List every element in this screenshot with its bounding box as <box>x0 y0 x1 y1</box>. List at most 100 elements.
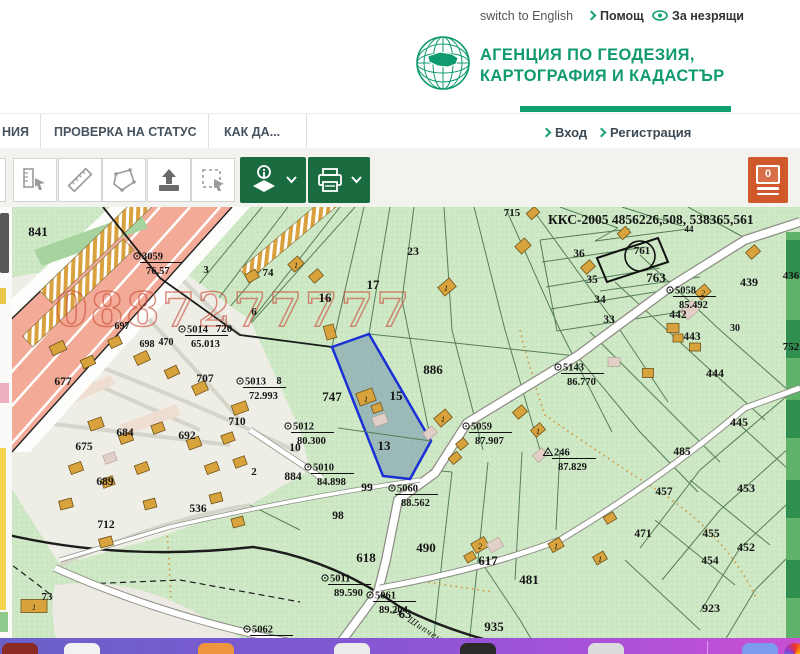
brand-underline <box>520 106 731 112</box>
svg-text:30: 30 <box>730 323 740 334</box>
svg-text:677: 677 <box>54 376 72 388</box>
dock-icon-white[interactable] <box>64 643 100 654</box>
svg-text:16: 16 <box>319 290 333 305</box>
accessibility-link[interactable]: За незрящи <box>652 9 744 23</box>
svg-text:73: 73 <box>42 591 54 603</box>
layers-info-button[interactable] <box>240 157 306 203</box>
switch-language-link[interactable]: switch to English <box>480 9 573 23</box>
measure-area-button[interactable] <box>102 158 146 202</box>
documents-cart-button[interactable]: 0 <box>748 157 788 203</box>
svg-text:5058: 5058 <box>675 286 696 297</box>
chevron-right-icon <box>542 128 552 138</box>
svg-text:692: 692 <box>178 430 196 442</box>
svg-text:841: 841 <box>28 224 48 239</box>
tool-partial-button[interactable] <box>0 158 6 202</box>
eye-icon <box>652 10 668 21</box>
polygon-icon <box>110 166 138 194</box>
svg-text:5014: 5014 <box>187 325 209 336</box>
dock-icon-orange[interactable] <box>198 643 234 654</box>
svg-text:98: 98 <box>332 510 344 522</box>
svg-text:697: 697 <box>115 321 130 332</box>
svg-text:715: 715 <box>504 207 521 219</box>
svg-text:87.907: 87.907 <box>475 436 504 447</box>
register-link[interactable]: Регистрация <box>598 125 691 140</box>
chevron-right-icon <box>587 11 597 21</box>
svg-text:707: 707 <box>196 373 214 385</box>
printer-icon <box>316 166 344 194</box>
select-region-button[interactable] <box>191 158 235 202</box>
svg-text:884: 884 <box>284 471 302 483</box>
svg-text:923: 923 <box>702 601 720 615</box>
svg-text:886: 886 <box>423 362 443 377</box>
svg-text:5062: 5062 <box>252 625 273 636</box>
svg-text:444: 444 <box>706 366 724 380</box>
svg-text:23: 23 <box>407 244 419 258</box>
forest-strip <box>786 232 800 640</box>
svg-text:88.562: 88.562 <box>401 498 430 509</box>
dock-icon-gray[interactable] <box>588 643 624 654</box>
svg-text:1: 1 <box>32 603 36 612</box>
cart-line <box>757 193 779 196</box>
dock-icon-white-2[interactable] <box>334 643 370 654</box>
dock-icon-blue[interactable] <box>742 643 778 654</box>
svg-text:720: 720 <box>216 323 233 335</box>
svg-text:5013: 5013 <box>245 377 266 388</box>
upload-icon <box>155 166 183 194</box>
print-button[interactable] <box>308 157 370 203</box>
chevron-right-icon <box>597 128 607 138</box>
svg-text:457: 457 <box>655 486 673 498</box>
measure-distance-button[interactable] <box>58 158 102 202</box>
svg-text:712: 712 <box>97 519 115 531</box>
dock-icon-black[interactable] <box>460 643 496 654</box>
help-link[interactable]: Помощ <box>588 9 644 23</box>
info-layers-icon <box>249 164 279 196</box>
dock-icon-globe[interactable] <box>784 643 800 654</box>
svg-text:1: 1 <box>364 395 368 404</box>
dock-separator <box>707 641 708 654</box>
svg-text:481: 481 <box>519 572 539 587</box>
svg-text:17: 17 <box>367 277 381 292</box>
svg-text:87.829: 87.829 <box>558 462 587 473</box>
svg-text:763: 763 <box>646 270 666 285</box>
svg-text:485: 485 <box>673 446 691 458</box>
svg-text:443: 443 <box>683 331 701 343</box>
tab-status-check[interactable]: ПРОВЕРКА НА СТАТУС <box>54 125 197 139</box>
svg-text:36: 36 <box>573 248 585 260</box>
svg-text:2: 2 <box>251 466 257 478</box>
nav-separator <box>306 114 307 149</box>
svg-text:935: 935 <box>484 619 504 634</box>
ruler-cursor-icon <box>21 166 49 194</box>
cart-line <box>757 187 779 190</box>
svg-text:6: 6 <box>251 306 257 318</box>
svg-text:1: 1 <box>536 427 540 436</box>
panel-collapse-handle[interactable] <box>0 213 9 273</box>
save-view-button[interactable] <box>147 158 191 202</box>
svg-text:536: 536 <box>189 503 207 515</box>
svg-text:2: 2 <box>478 542 482 551</box>
system-dock[interactable] <box>0 638 800 654</box>
svg-text:439: 439 <box>740 275 758 289</box>
svg-text:65.013: 65.013 <box>191 339 220 350</box>
svg-text:33: 33 <box>603 314 615 326</box>
svg-text:5010: 5010 <box>313 463 334 474</box>
measure-coordinates-button[interactable] <box>13 158 57 202</box>
dock-icon-maroon[interactable] <box>2 643 38 654</box>
login-link[interactable]: Вход <box>543 125 587 140</box>
svg-text:15: 15 <box>390 388 404 403</box>
svg-text:74: 74 <box>263 267 275 279</box>
svg-text:445: 445 <box>730 415 748 429</box>
crs-coordinates-readout: ККС-2005 4856226,508, 538365,561 <box>548 212 754 227</box>
svg-text:5012: 5012 <box>293 422 314 433</box>
svg-text:1: 1 <box>294 261 298 270</box>
cadastral-map[interactable]: 0887277777 84171523171663747204708677707… <box>0 207 800 654</box>
svg-text:455: 455 <box>702 528 720 540</box>
main-nav: НИЯ ПРОВЕРКА НА СТАТУС КАК ДА... Вход Ре… <box>0 113 800 149</box>
page: switch to English Помощ За незрящи АГЕНЦ… <box>0 0 800 654</box>
tab-how-to[interactable]: КАК ДА... <box>224 125 280 139</box>
svg-text:747: 747 <box>322 389 342 404</box>
svg-text:710: 710 <box>228 416 246 428</box>
tab-truncated[interactable]: НИЯ <box>2 125 29 139</box>
svg-text:761: 761 <box>634 245 651 257</box>
svg-text:471: 471 <box>634 528 652 540</box>
svg-text:452: 452 <box>737 540 755 554</box>
